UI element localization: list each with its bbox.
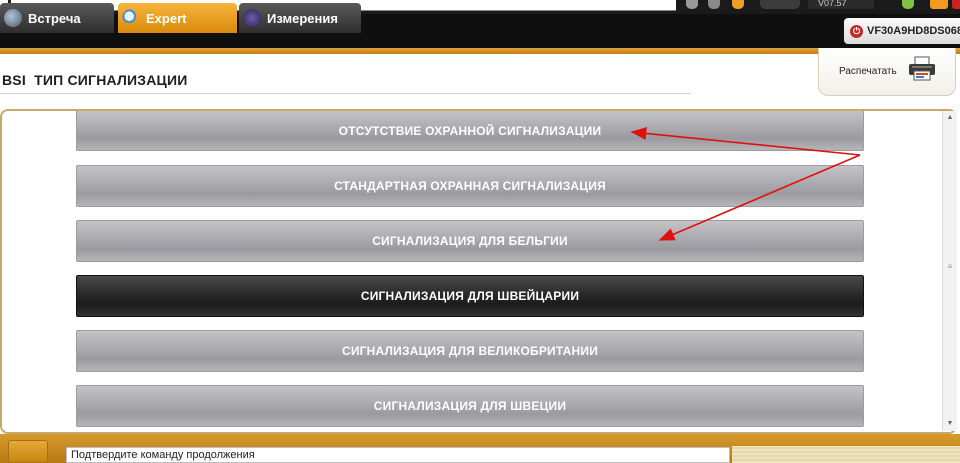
network-icon[interactable] xyxy=(708,0,720,9)
title-divider xyxy=(0,93,690,94)
print-label: Распечатать xyxy=(839,66,897,77)
status-message: Подтвердите команду продолжения xyxy=(66,447,730,463)
options-panel: ОТСУТСТВИЕ ОХРАННОЙ СИГНАЛИЗАЦИИ СТАНДАР… xyxy=(0,109,957,434)
vertical-scrollbar[interactable]: ▲ ≡ ▼ xyxy=(942,111,957,431)
tab-expert[interactable]: Expert xyxy=(118,3,237,33)
vin-text: VF30A9HD8DS06879 xyxy=(867,25,960,37)
minimize-icon[interactable] xyxy=(930,0,948,9)
vehicle-vin-badge[interactable]: ⏻ VF30A9HD8DS06879 xyxy=(844,18,960,44)
version-label: V07.57 xyxy=(808,0,874,9)
page-title: BSI ТИП СИГНАЛИЗАЦИИ xyxy=(2,72,188,88)
bottom-left-button[interactable] xyxy=(8,440,48,463)
option-standard-alarm[interactable]: СТАНДАРТНАЯ ОХРАННАЯ СИГНАЛИЗАЦИЯ xyxy=(76,165,864,207)
tab-label: Встреча xyxy=(28,10,81,26)
close-icon[interactable] xyxy=(952,0,960,9)
option-switzerland-alarm[interactable]: СИГНАЛИЗАЦИЯ ДЛЯ ШВЕЙЦАРИИ xyxy=(76,275,864,317)
waveform-icon xyxy=(243,9,261,27)
printer-icon xyxy=(907,56,937,87)
magnifier-icon xyxy=(122,9,140,27)
option-no-alarm[interactable]: ОТСУТСТВИЕ ОХРАННОЙ СИГНАЛИЗАЦИИ xyxy=(76,111,864,151)
scroll-thumb[interactable]: ≡ xyxy=(945,263,955,271)
info-icon[interactable] xyxy=(902,0,914,9)
bottom-right-panel xyxy=(732,446,960,463)
option-sweden-alarm[interactable]: СИГНАЛИЗАЦИЯ ДЛЯ ШВЕЦИИ xyxy=(76,385,864,427)
scroll-down-arrow-icon[interactable]: ▼ xyxy=(943,417,957,431)
option-uk-alarm[interactable]: СИГНАЛИЗАЦИЯ ДЛЯ ВЕЛИКОБРИТАНИИ xyxy=(76,330,864,372)
tab-label: Измерения xyxy=(267,10,338,26)
print-button[interactable]: Распечатать xyxy=(818,48,956,96)
power-icon: ⏻ xyxy=(850,24,863,38)
tab-label: Expert xyxy=(146,10,187,26)
tab-meeting[interactable]: Встреча xyxy=(0,3,114,33)
battery-icon xyxy=(760,0,800,9)
meeting-icon xyxy=(4,9,22,27)
option-belgium-alarm[interactable]: СИГНАЛИЗАЦИЯ ДЛЯ БЕЛЬГИИ xyxy=(76,220,864,262)
settings-icon[interactable] xyxy=(686,0,698,9)
scroll-up-arrow-icon[interactable]: ▲ xyxy=(943,111,957,125)
tab-measurements[interactable]: Измерения xyxy=(239,3,361,33)
smiley-icon[interactable] xyxy=(732,0,744,9)
